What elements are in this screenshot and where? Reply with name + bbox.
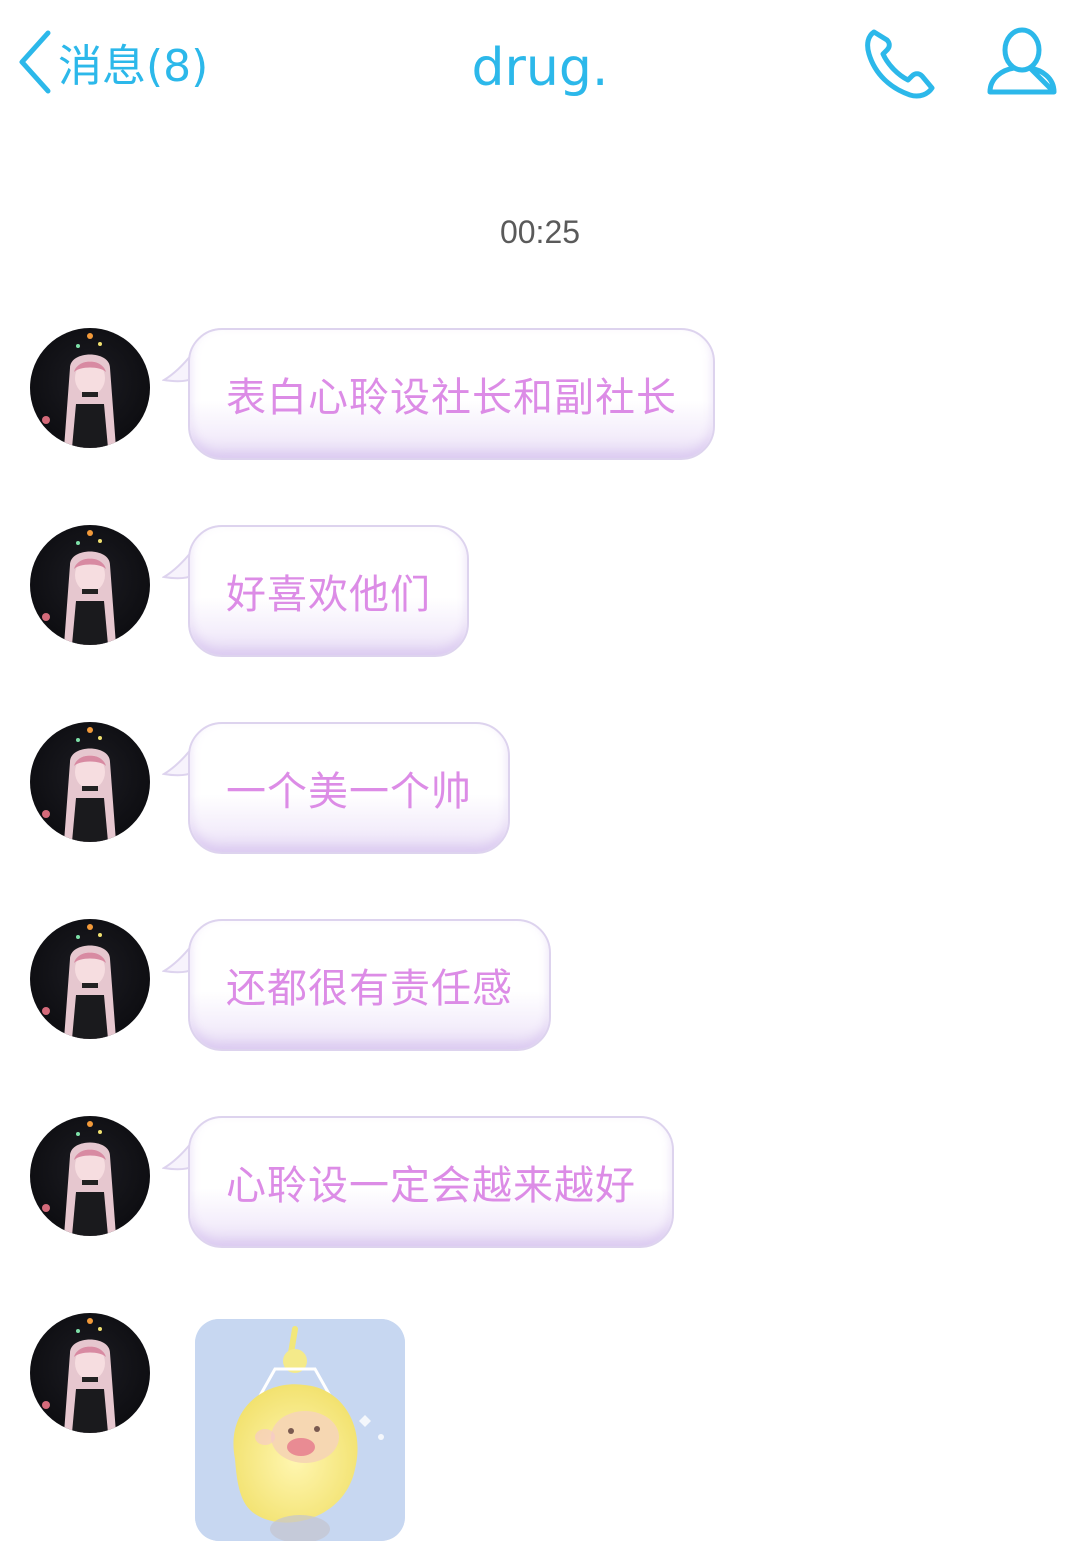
avatar[interactable] (30, 525, 150, 645)
message-text: 表白心聆设社长和副社长 (226, 375, 677, 421)
message-bubble[interactable]: 表白心聆设社长和副社长 (188, 328, 715, 460)
anime-girl-avatar-icon (42, 1121, 116, 1236)
call-button[interactable] (860, 22, 940, 102)
anime-girl-avatar-icon (42, 1318, 116, 1433)
person-icon (987, 27, 1057, 95)
message-timestamp: 00:25 (499, 214, 581, 250)
message-bubble[interactable]: 好喜欢他们 (188, 525, 469, 657)
message-row: 还都很有责任感 (0, 919, 1080, 1069)
message-row: 表白心聆设社长和副社长 (0, 328, 1080, 478)
message-text: 还都很有责任感 (226, 966, 513, 1012)
avatar[interactable] (30, 722, 150, 842)
chat-title: drug. (471, 38, 609, 98)
avatar[interactable] (30, 328, 150, 448)
avatar[interactable] (30, 1116, 150, 1236)
anime-girl-avatar-icon (42, 333, 116, 448)
anime-girl-avatar-icon (42, 530, 116, 645)
anime-girl-avatar-icon (42, 727, 116, 842)
message-bubble[interactable]: 心聆设一定会越来越好 (188, 1116, 674, 1248)
message-row: 好喜欢他们 (0, 525, 1080, 675)
avatar[interactable] (30, 1313, 150, 1433)
message-bubble[interactable]: 一个美一个帅 (188, 722, 510, 854)
message-text: 好喜欢他们 (226, 572, 431, 618)
phone-icon (865, 29, 935, 99)
message-row: 一个美一个帅 (0, 722, 1080, 872)
message-row: 心聆设一定会越来越好 (0, 1116, 1080, 1266)
back-label: 消息(8) (58, 41, 209, 92)
message-text: 心聆设一定会越来越好 (226, 1163, 636, 1209)
yellow-teletubby-sticker-icon (195, 1319, 405, 1541)
message-bubble[interactable]: 还都很有责任感 (188, 919, 551, 1051)
back-button[interactable]: 消息(8) (14, 22, 208, 102)
anime-girl-avatar-icon (42, 924, 116, 1039)
sticker-image[interactable] (195, 1319, 405, 1541)
navigation-bar: 消息(8) drug. (0, 0, 1080, 140)
message-row (0, 1313, 1080, 1553)
message-text: 一个美一个帅 (226, 769, 472, 815)
profile-button[interactable] (982, 22, 1062, 102)
chevron-left-icon (19, 30, 51, 94)
avatar[interactable] (30, 919, 150, 1039)
